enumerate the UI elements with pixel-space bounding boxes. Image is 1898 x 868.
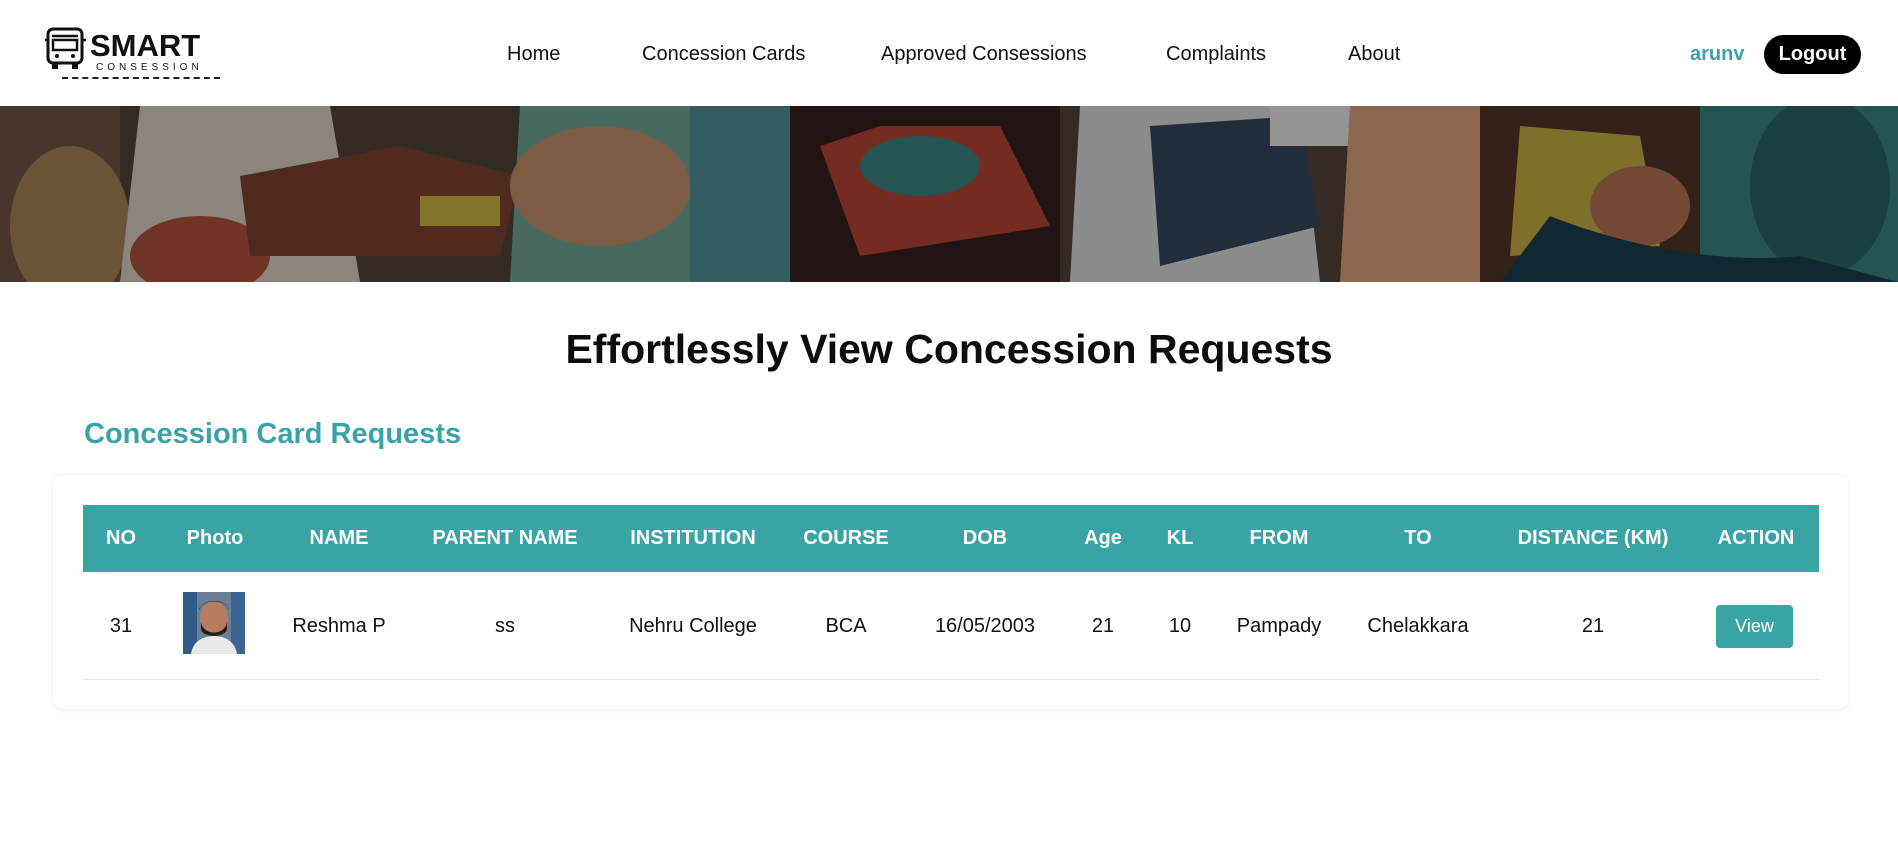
nav-about[interactable]: About bbox=[1348, 43, 1400, 66]
cell-no: 31 bbox=[109, 615, 133, 637]
user-name[interactable]: arunv bbox=[1690, 43, 1744, 66]
nav-home[interactable]: Home bbox=[507, 43, 560, 66]
th-course: COURSE bbox=[803, 527, 889, 549]
brand-name: SMART bbox=[90, 28, 201, 63]
cell-age: 21 bbox=[1091, 615, 1115, 637]
cell-dob: 16/05/2003 bbox=[934, 615, 1036, 637]
logout-button[interactable]: Logout bbox=[1764, 35, 1861, 74]
view-button[interactable]: View bbox=[1716, 605, 1793, 648]
cell-distance: 21 bbox=[1581, 615, 1605, 637]
bus-icon bbox=[45, 27, 86, 69]
brand-logo[interactable]: SMART CONSESSION bbox=[44, 26, 224, 82]
nav-approved-consessions[interactable]: Approved Consessions bbox=[881, 43, 1087, 66]
th-name: NAME bbox=[309, 527, 369, 549]
navbar: SMART CONSESSION Home Concession Cards A… bbox=[0, 0, 1898, 106]
th-to: TO bbox=[1404, 527, 1432, 549]
th-institution: INSTITUTION bbox=[630, 527, 756, 549]
table-row: 31 Reshma P ss Nehru College BCA 16/05/2… bbox=[83, 572, 1819, 680]
th-age: Age bbox=[1084, 527, 1122, 549]
cell-institution: Nehru College bbox=[629, 615, 757, 637]
cell-from: Pampady bbox=[1236, 615, 1322, 637]
cell-parent-name: ss bbox=[495, 615, 515, 637]
hero-banner bbox=[0, 106, 1898, 282]
logo-dashed-line bbox=[62, 77, 220, 79]
nav-concession-cards[interactable]: Concession Cards bbox=[642, 43, 805, 66]
nav-complaints[interactable]: Complaints bbox=[1166, 43, 1266, 66]
th-action: ACTION bbox=[1717, 527, 1795, 549]
cell-kl: 10 bbox=[1168, 615, 1192, 637]
th-distance: DISTANCE (KM) bbox=[1517, 527, 1669, 549]
th-no: NO bbox=[106, 527, 136, 549]
user-photo-icon bbox=[183, 592, 245, 654]
page-title: Effortlessly View Concession Requests bbox=[565, 326, 1333, 372]
th-photo: Photo bbox=[186, 527, 244, 549]
th-parent-name: PARENT NAME bbox=[432, 527, 578, 549]
hero-overlay bbox=[0, 106, 1898, 282]
section-title: Concession Card Requests bbox=[84, 418, 462, 450]
th-from: FROM bbox=[1249, 527, 1309, 549]
th-dob: DOB bbox=[962, 527, 1008, 549]
th-kl: KL bbox=[1166, 527, 1194, 549]
table-header: NO Photo NAME PARENT NAME INSTITUTION CO… bbox=[83, 505, 1819, 572]
cell-name: Reshma P bbox=[292, 615, 386, 637]
brand-tagline: CONSESSION bbox=[96, 62, 203, 73]
cell-course: BCA bbox=[825, 615, 867, 637]
cell-to: Chelakkara bbox=[1367, 615, 1469, 637]
